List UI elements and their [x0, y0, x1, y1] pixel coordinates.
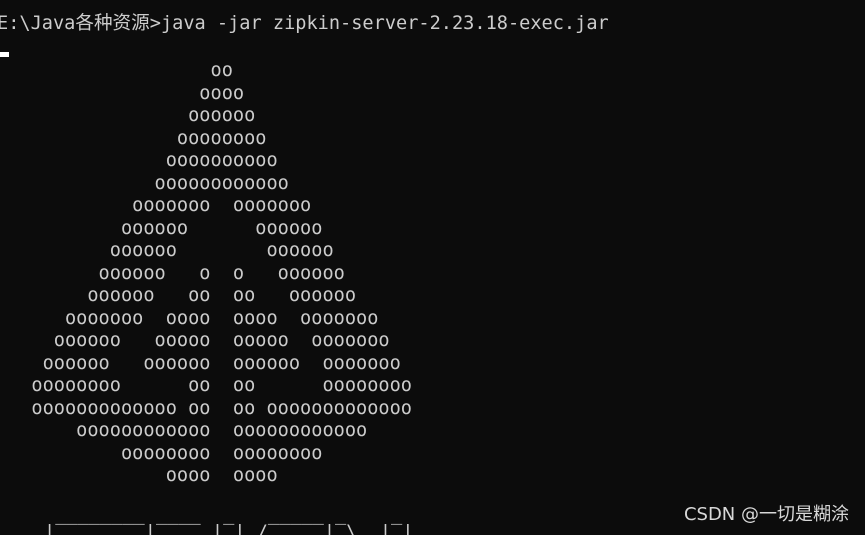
logo-line: oooooooooo [9, 150, 278, 171]
command-text: java -jar zipkin-server-2.23.18-exec.jar [160, 13, 609, 34]
logo-line: oooooo [9, 105, 256, 126]
text-cursor [0, 52, 9, 57]
logo-line: oooooo oo oo oooooo [9, 285, 357, 306]
logo-line: oooooo oooooo [9, 217, 323, 239]
logo-line: oooooo oooooo [9, 240, 334, 261]
console-window[interactable]: E:\Java各种资源>java -jar zipkin-server-2.23… [0, 0, 865, 535]
command-line: E:\Java各种资源>java -jar zipkin-server-2.23… [0, 13, 609, 36]
logo-line: ooooooo ooooooo [9, 195, 312, 216]
logo-line: oooooo oooooo oooooo ooooooo [9, 352, 401, 374]
logo-line: oooooooo [9, 127, 267, 149]
logo-line: oooooo o o oooooo [9, 262, 345, 284]
logo-line: oooooooo oooooooo [9, 442, 323, 464]
logo-line: oooooooo oo oo oooooooo [9, 375, 412, 396]
csdn-watermark: CSDN @一切是糊涂 [683, 503, 849, 525]
logo-line: oooo [9, 82, 245, 104]
logo-line: ooooooo oooo oooo ooooooo [9, 307, 379, 329]
logo-line: oooooo ooooo ooooo ooooooo [9, 330, 390, 351]
logo-line: oooooooooooo [9, 172, 289, 194]
prompt-path: E:\Java各种资源> [0, 13, 161, 34]
zipkin-ascii-banner: |‾‾‾‾‾‾‾‾|‾‾‾‾ |‾| /‾‾‾‾‾|‾\ |‾| [44, 522, 414, 535]
logo-line: oooooooooooo oooooooooooo [9, 420, 368, 441]
logo-line: oooo oooo [9, 465, 278, 486]
zipkin-ascii-logo: oo oooo oooooo oooooooo oooooooooo ooooo… [9, 60, 412, 488]
logo-line: ooooooooooooo oo oo ooooooooooooo [9, 397, 412, 419]
logo-line: oo [9, 60, 233, 81]
